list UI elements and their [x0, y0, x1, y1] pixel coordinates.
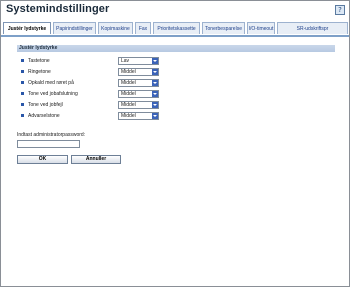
password-label: Indtast administratorpassword: — [17, 132, 86, 138]
window-title: Systemindstillinger — [6, 3, 110, 15]
title-bar: Systemindstillinger ? — [1, 1, 349, 21]
setting-row-job-complete-tone: Tone ved jobafslutning Middel — [21, 89, 341, 99]
setting-label: Tastetone — [28, 58, 50, 64]
tab-paper-settings[interactable]: Papirindstillinger — [53, 22, 96, 34]
volume-select[interactable]: Middel — [118, 112, 159, 120]
chevron-down-icon[interactable] — [152, 91, 158, 97]
select-value: Lav — [121, 58, 130, 64]
cancel-button[interactable]: Annuller — [71, 155, 121, 164]
tab-priority-tray[interactable]: Prioritetskassette — [153, 22, 200, 34]
chevron-down-icon[interactable] — [152, 80, 158, 86]
volume-select[interactable]: Lav — [118, 57, 159, 65]
section-header: Justér lydstyrke — [17, 45, 335, 52]
tab-io-timeout[interactable]: I/O-timeout — [247, 22, 275, 34]
select-value: Middel — [121, 91, 136, 97]
setting-label: Opkald med røret på — [28, 80, 74, 86]
volume-select[interactable]: Middel — [118, 90, 159, 98]
setting-row-job-error-tone: Tone ved jobfejl Middel — [21, 100, 341, 110]
bullet-icon — [21, 70, 24, 73]
tab-fax[interactable]: Fax — [135, 22, 151, 34]
bullet-icon — [21, 59, 24, 62]
system-settings-window: Systemindstillinger ? Justér lydstyrke P… — [0, 0, 350, 287]
tab-copier[interactable]: Kopimaskine — [98, 22, 133, 34]
tab-toner-saving[interactable]: Tonerbesparelse — [202, 22, 245, 34]
chevron-down-icon[interactable] — [152, 102, 158, 108]
ok-button[interactable]: OK — [17, 155, 68, 164]
volume-select[interactable]: Middel — [118, 79, 159, 87]
select-value: Middel — [121, 102, 136, 108]
tab-bar: Justér lydstyrke Papirindstillinger Kopi… — [1, 21, 349, 37]
help-icon[interactable]: ? — [335, 5, 345, 15]
setting-row-warning-tone: Advarselstone Middel — [21, 111, 341, 121]
chevron-down-icon[interactable] — [152, 58, 158, 64]
bullet-icon — [21, 114, 24, 117]
setting-label: Tone ved jobfejl — [28, 102, 63, 108]
volume-select[interactable]: Middel — [118, 101, 159, 109]
volume-select[interactable]: Middel — [118, 68, 159, 76]
tab-adjust-volume[interactable]: Justér lydstyrke — [3, 22, 51, 34]
setting-row-key-tone: Tastetone Lav — [21, 56, 341, 66]
tab-sr-print[interactable]: SR-udskriftspr — [277, 22, 348, 34]
setting-label: Advarselstone — [28, 113, 60, 119]
bullet-icon — [21, 81, 24, 84]
setting-label: Ringetone — [28, 69, 51, 75]
select-value: Middel — [121, 113, 136, 119]
bullet-icon — [21, 103, 24, 106]
bullet-icon — [21, 92, 24, 95]
setting-row-on-hook-dial: Opkald med røret på Middel — [21, 78, 341, 88]
admin-password-input[interactable] — [17, 140, 80, 148]
setting-row-ring-tone: Ringetone Middel — [21, 67, 341, 77]
select-value: Middel — [121, 80, 136, 86]
chevron-down-icon[interactable] — [152, 69, 158, 75]
chevron-down-icon[interactable] — [152, 113, 158, 119]
setting-label: Tone ved jobafslutning — [28, 91, 78, 97]
select-value: Middel — [121, 69, 136, 75]
